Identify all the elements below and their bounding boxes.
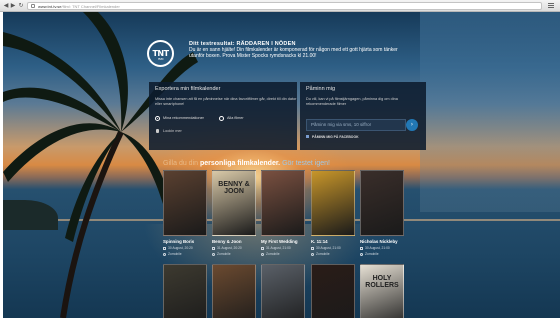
movie-card[interactable]: My First Wedding 31 August, 21:00 Zomobile bbox=[261, 170, 305, 256]
calendar-heading: Gilla du din personliga filmkalender. Gö… bbox=[163, 160, 423, 167]
movie-title[interactable]: Spinning Boris bbox=[163, 239, 207, 244]
reminder-panel: Påminn mig Du vill, kan vi på filmstjärn… bbox=[300, 82, 426, 150]
airtime-text: 31 August, 20:20 bbox=[217, 246, 242, 250]
movie-link[interactable]: Zomobile bbox=[261, 252, 305, 256]
movie-link-text[interactable]: Zomobile bbox=[316, 252, 330, 256]
movie-poster[interactable] bbox=[212, 264, 256, 318]
calendar-icon bbox=[212, 246, 215, 250]
poster-title: BENNY & JOON bbox=[218, 181, 250, 195]
movie-poster[interactable] bbox=[261, 264, 305, 318]
movie-link-text[interactable]: Zomobile bbox=[217, 252, 231, 256]
movie-title[interactable]: K. 11:14 bbox=[311, 239, 355, 244]
movie-card[interactable]: K. 11:14 30 August, 21:00 Zomobile bbox=[311, 170, 355, 256]
reminder-title: Påminn mig bbox=[306, 86, 336, 92]
info-icon bbox=[212, 252, 215, 256]
airtime-text: 31 August, 21:00 bbox=[266, 246, 291, 250]
movie-card[interactable] bbox=[261, 264, 305, 318]
tnt-logo[interactable]: TNT FILM bbox=[147, 40, 174, 67]
movie-title[interactable]: Benny & Joon bbox=[212, 239, 256, 244]
back-arrow-icon[interactable]: ◀ bbox=[3, 3, 9, 9]
airtime-text: 30 August, 21:00 bbox=[316, 246, 341, 250]
movie-poster[interactable] bbox=[360, 170, 404, 236]
movie-card[interactable]: BENNY & JOON Benny & Joon 31 August, 20:20… bbox=[212, 170, 256, 256]
movie-card[interactable]: HOLY ROLLERS bbox=[360, 264, 404, 318]
heading-prefix: Gilla du din bbox=[163, 160, 199, 167]
movie-poster[interactable] bbox=[163, 264, 207, 318]
export-panel: Exportera min filmkalender Missa inte ch… bbox=[149, 82, 297, 150]
export-title: Exportera min filmkalender bbox=[155, 86, 221, 92]
reminder-description: Du vill, kan vi på filmstjärngagen, påmi… bbox=[306, 97, 398, 106]
calendar-icon bbox=[360, 246, 363, 250]
movie-poster[interactable] bbox=[163, 170, 207, 236]
heading-strong: personliga filmkalender. bbox=[199, 160, 281, 167]
movie-poster[interactable] bbox=[311, 170, 355, 236]
airtime-text: 30 August, 20:20 bbox=[168, 246, 193, 250]
info-icon bbox=[261, 252, 264, 256]
radio-label-all[interactable]: Alla filmer bbox=[227, 116, 244, 121]
airtime-text: 30 August, 21:00 bbox=[365, 246, 390, 250]
retry-test-link[interactable]: Gör testet igen! bbox=[282, 160, 330, 167]
url-host: www.tnt-tv.se bbox=[38, 4, 62, 9]
sky bbox=[420, 12, 560, 212]
facebook-icon bbox=[306, 135, 309, 138]
info-icon bbox=[163, 252, 166, 256]
movie-airtime: 30 August, 20:20 bbox=[163, 246, 207, 250]
poster-title: HOLY ROLLERS bbox=[365, 275, 399, 289]
movie-card[interactable] bbox=[163, 264, 207, 318]
movie-airtime: 31 August, 20:20 bbox=[212, 246, 256, 250]
movie-link-text[interactable]: Zomobile bbox=[365, 252, 379, 256]
movie-card[interactable]: interMission bbox=[311, 264, 355, 318]
movie-airtime: 30 August, 21:00 bbox=[311, 246, 355, 250]
movie-poster[interactable] bbox=[261, 170, 305, 236]
forward-arrow-icon[interactable]: ▶ bbox=[10, 3, 16, 9]
read-more-link[interactable]: Lookin mer bbox=[163, 129, 182, 133]
movie-link-text[interactable]: Zomobile bbox=[168, 252, 182, 256]
movie-link[interactable]: Zomobile bbox=[163, 252, 207, 256]
movie-airtime: 30 August, 21:00 bbox=[360, 246, 404, 250]
movie-link[interactable]: Zomobile bbox=[311, 252, 355, 256]
movie-link-text[interactable]: Zomobile bbox=[266, 252, 280, 256]
address-bar[interactable]: www.tnt-tv.se/film/: TNT Channel/Filmkal… bbox=[27, 2, 542, 10]
info-icon bbox=[360, 252, 363, 256]
result-body: Du är en sann hjälte! Din filmkalender ä… bbox=[189, 47, 398, 59]
radio-my-recommendations[interactable] bbox=[155, 116, 160, 121]
movie-title[interactable]: Nicholas Nickleby bbox=[360, 239, 404, 244]
page-background: TNT FILM Ditt testresultat: RÄDDAREN I N… bbox=[3, 12, 560, 318]
movie-link[interactable]: Zomobile bbox=[212, 252, 256, 256]
movie-poster[interactable]: interMission bbox=[311, 264, 355, 318]
movie-link[interactable]: Zomobile bbox=[360, 252, 404, 256]
result-headline: Ditt testresultat: RÄDDAREN I NÖDEN Du ä… bbox=[189, 41, 409, 59]
movie-poster[interactable]: HOLY ROLLERS bbox=[360, 264, 404, 318]
export-description: Missa inte chansen att få en påminnelse … bbox=[155, 97, 297, 106]
movie-title[interactable]: My First Wedding bbox=[261, 239, 305, 244]
menu-icon[interactable] bbox=[548, 3, 554, 9]
page-icon bbox=[31, 4, 35, 8]
lock-icon bbox=[156, 129, 159, 133]
submit-arrow-button[interactable]: › bbox=[406, 119, 418, 131]
radio-all-movies[interactable] bbox=[219, 116, 224, 121]
browser-toolbar: ◀ ▶ ↻ www.tnt-tv.se/film/: TNT Channel/F… bbox=[0, 0, 560, 12]
movie-card[interactable]: Nicholas Nickleby 30 August, 21:00 Zomobil… bbox=[360, 170, 404, 256]
sms-input[interactable]: Påminn mig via sms, 10 siffror bbox=[306, 119, 406, 131]
movie-card[interactable] bbox=[212, 264, 256, 318]
calendar-icon bbox=[163, 246, 166, 250]
movie-poster[interactable]: BENNY & JOON bbox=[212, 170, 256, 236]
radio-label-recommendations[interactable]: Mina rekommendationer bbox=[163, 116, 204, 121]
url-path: /film/: TNT Channel/Filmkalender bbox=[61, 4, 120, 9]
movie-airtime: 31 August, 21:00 bbox=[261, 246, 305, 250]
facebook-remind-link[interactable]: PÅMINN MIG PÅ FACEBOOK bbox=[312, 135, 359, 139]
reload-icon[interactable]: ↻ bbox=[18, 3, 24, 9]
logo-sub: FILM bbox=[158, 57, 163, 61]
info-icon bbox=[311, 252, 314, 256]
calendar-icon bbox=[311, 246, 314, 250]
movie-card[interactable]: Spinning Boris 30 August, 20:20 Zomobile bbox=[163, 170, 207, 256]
calendar-icon bbox=[261, 246, 264, 250]
